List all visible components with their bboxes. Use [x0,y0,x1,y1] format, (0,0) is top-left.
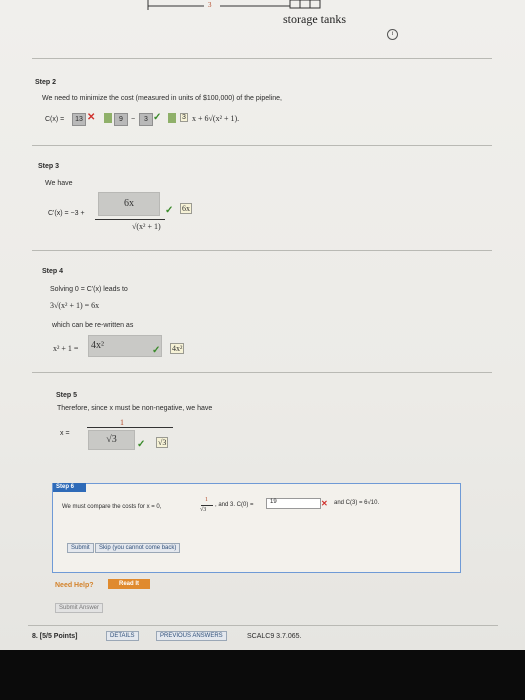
step-2-label: Step 2 [35,79,57,86]
step-2-answer-box-2[interactable]: 9 [114,113,128,126]
correct-check-icon: ✓ [152,345,161,356]
diagram-fragment [147,0,321,10]
step-2-lhs: C(x) = [45,116,65,123]
divider [28,625,498,626]
step-5-label: Step 5 [56,392,78,399]
incorrect-x-icon: ✕ [321,499,328,508]
step-4-text-2: which can be re-written as [52,322,134,329]
screen-bezel [0,650,525,700]
step-4-hint: 4x² [170,343,185,354]
previous-answers-button[interactable]: PREVIOUS ANSWERS [156,631,227,641]
step-2-tail: x + 6√(x² + 1). [192,114,240,123]
course-code: SCALC9 3.7.065. [247,633,302,640]
step-5-numerator: 1 [120,418,124,427]
question-points: 8. [5/5 Points] [32,633,78,640]
step-6-frac-num: 1 [205,497,208,503]
skip-button[interactable]: Skip (you cannot come back) [95,543,181,553]
step-4-text: Solving 0 = C'(x) leads to [50,286,128,293]
step-3-denominator: √(x² + 1) [132,222,161,231]
step-2-hint: 3 [180,113,188,122]
fraction-bar [87,427,173,428]
step-2-answer-box-3[interactable]: 3 [139,113,153,126]
divider [32,58,492,59]
step-6-text-pre: We must compare the costs for x = 0, [62,504,162,510]
step-2-answer-box-1[interactable]: 13 [72,113,86,126]
need-help-label: Need Help? [55,582,94,589]
step-2-text: We need to minimize the cost (measured i… [42,95,282,102]
step-3-text: We have [45,180,73,187]
submit-answer-button[interactable]: Submit Answer [55,603,104,613]
divider [32,145,492,146]
pencil-icon [104,113,112,123]
step-4-answer-box[interactable]: 4x² [88,335,162,357]
step-5-lhs: x = [60,430,70,437]
step-6-frac-den: √3 [200,507,207,513]
step-4-lhs: x² + 1 = [53,344,79,353]
step-3-label: Step 3 [38,163,60,170]
step-5-answer-box[interactable]: √3 [88,430,135,450]
incorrect-x-icon: ✕ [87,112,96,123]
step-6-text-post: and C(3) = 6√10. [334,500,380,506]
fraction-bar [201,505,213,506]
details-button[interactable]: DETAILS [106,631,139,641]
correct-check-icon: ✓ [137,439,146,450]
info-circle-icon[interactable]: i [387,29,398,40]
step-6-c0-input[interactable]: 19 [266,498,321,509]
step-5-hint: √3 [156,437,169,448]
step-4-equation: 3√(x² + 1) = 6x [50,301,100,310]
diagram-tick-label: 3 [208,1,212,9]
correct-check-icon: ✓ [165,205,174,216]
step-6-label: Step 6 [53,483,86,492]
divider [32,372,492,373]
correct-check-icon: ✓ [153,112,162,123]
read-it-button[interactable]: Read It [108,579,150,589]
fraction-bar [95,219,165,220]
step-3-lhs: C'(x) = −3 + [48,210,85,217]
step-6-text-mid: , and 3. C(0) = [215,502,254,508]
step-3-hint: 6x [180,203,192,214]
step-3-numerator-box[interactable]: 6x [98,192,160,216]
divider [32,250,492,251]
step-6-panel: Step 6 We must compare the costs for x =… [52,483,461,573]
pencil-icon [168,113,176,123]
step-5-text: Therefore, since x must be non-negative,… [57,405,213,412]
step-2-minus: − [131,116,136,123]
question-page: 3 storage tanks i Step 2 We need to mini… [0,0,525,650]
step-4-label: Step 4 [42,268,64,275]
diagram-title: storage tanks [283,12,346,26]
step-submit-button[interactable]: Submit [67,543,94,553]
